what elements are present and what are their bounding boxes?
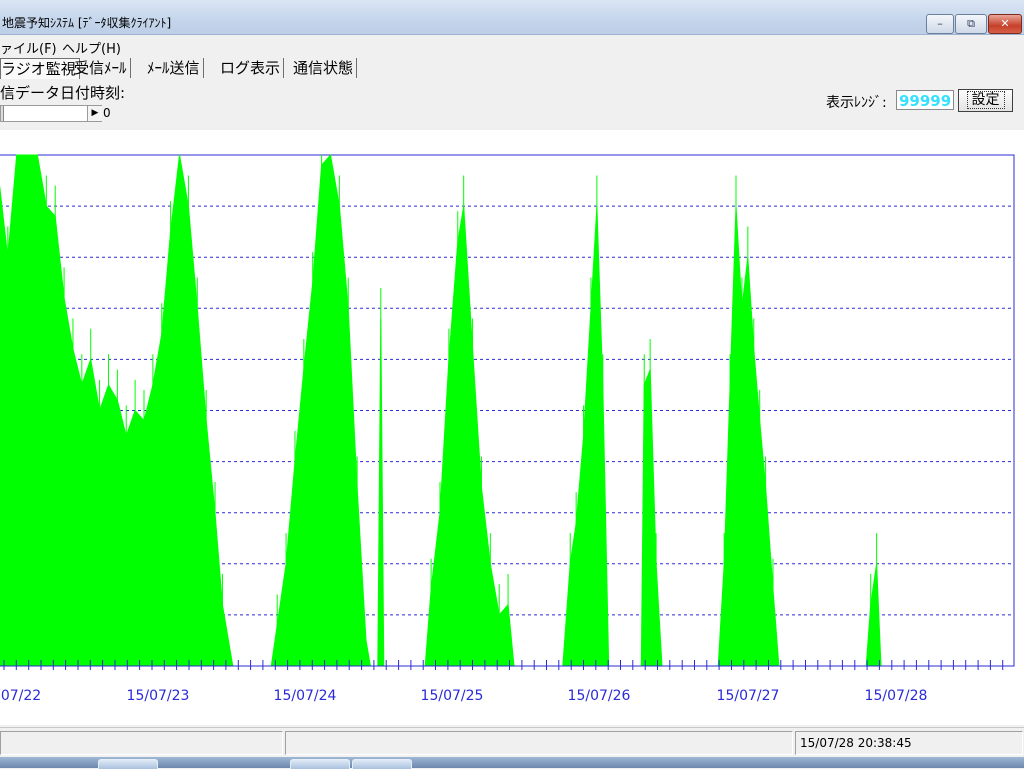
scroll-value: 0 — [103, 106, 111, 120]
menu-help[interactable]: ヘルプ(H) — [62, 38, 121, 57]
arrow-right-icon: ▶ — [91, 108, 99, 118]
title-bar: 地震予知ｼｽﾃﾑ [ﾃﾞｰﾀ収集ｸﾗｲｱﾝﾄ] – ⧉ ✕ — [0, 0, 1024, 35]
set-button[interactable]: 設定 — [958, 89, 1013, 112]
chart-area: 07/22 15/07/23 15/07/24 15/07/25 15/07/26 15/… — [0, 130, 1024, 725]
x-tick-label: 15/07/27 — [717, 688, 780, 704]
restore-button[interactable]: ⧉ — [955, 14, 987, 34]
status-panel-2 — [285, 731, 793, 755]
minimize-icon: – — [937, 17, 943, 30]
close-button[interactable]: ✕ — [988, 14, 1022, 34]
received-datetime-label: 信データ日付時刻: — [0, 84, 126, 102]
tab-send-mail[interactable]: ﾒｰﾙ送信 — [147, 58, 204, 78]
tab-radio-monitor[interactable]: ラジオ監視 — [0, 58, 80, 79]
control-panel: 信データ日付時刻: ▶ 0 表示ﾚﾝｼﾞ: 99999 設定 — [0, 80, 1024, 130]
display-range-label: 表示ﾚﾝｼﾞ: — [826, 95, 887, 111]
taskbar — [0, 757, 1024, 769]
x-tick-label: 15/07/25 — [421, 688, 484, 704]
status-panel-1 — [0, 731, 283, 755]
x-tick-label: 15/07/26 — [568, 688, 631, 704]
x-tick-label: 07/22 — [1, 688, 41, 704]
scroll-right-button[interactable]: ▶ — [87, 106, 102, 121]
tab-comm-status[interactable]: 通信状態 — [293, 58, 358, 78]
set-button-label: 設定 — [966, 91, 1005, 109]
date-scrollbar[interactable]: ▶ — [0, 105, 102, 122]
tab-log-view[interactable]: ログ表示 — [220, 58, 285, 78]
x-tick-label: 15/07/28 — [865, 688, 928, 704]
minimize-button[interactable]: – — [926, 14, 954, 34]
status-timestamp: 15/07/28 20:38:45 — [800, 736, 912, 750]
menu-bar: ァイル(F) ヘルプ(H) — [0, 35, 1024, 57]
window-title: 地震予知ｼｽﾃﾑ [ﾃﾞｰﾀ収集ｸﾗｲｱﾝﾄ] — [2, 16, 172, 30]
tab-received-mail[interactable]: 受信ﾒｰﾙ — [74, 58, 131, 78]
status-bar: 15/07/28 20:38:45 — [0, 727, 1024, 756]
display-range-input[interactable]: 99999 — [896, 90, 954, 110]
restore-icon: ⧉ — [967, 17, 975, 30]
scroll-thumb[interactable] — [1, 106, 4, 121]
signal-chart: 07/22 15/07/23 15/07/24 15/07/25 15/07/26 15/… — [0, 153, 1015, 704]
menu-file[interactable]: ァイル(F) — [0, 38, 57, 57]
tab-bar: ラジオ監視 受信ﾒｰﾙ ﾒｰﾙ送信 ログ表示 通信状態 — [0, 56, 1024, 80]
x-tick-label: 15/07/23 — [127, 688, 190, 704]
x-tick-label: 15/07/24 — [274, 688, 337, 704]
close-icon: ✕ — [1000, 17, 1010, 30]
